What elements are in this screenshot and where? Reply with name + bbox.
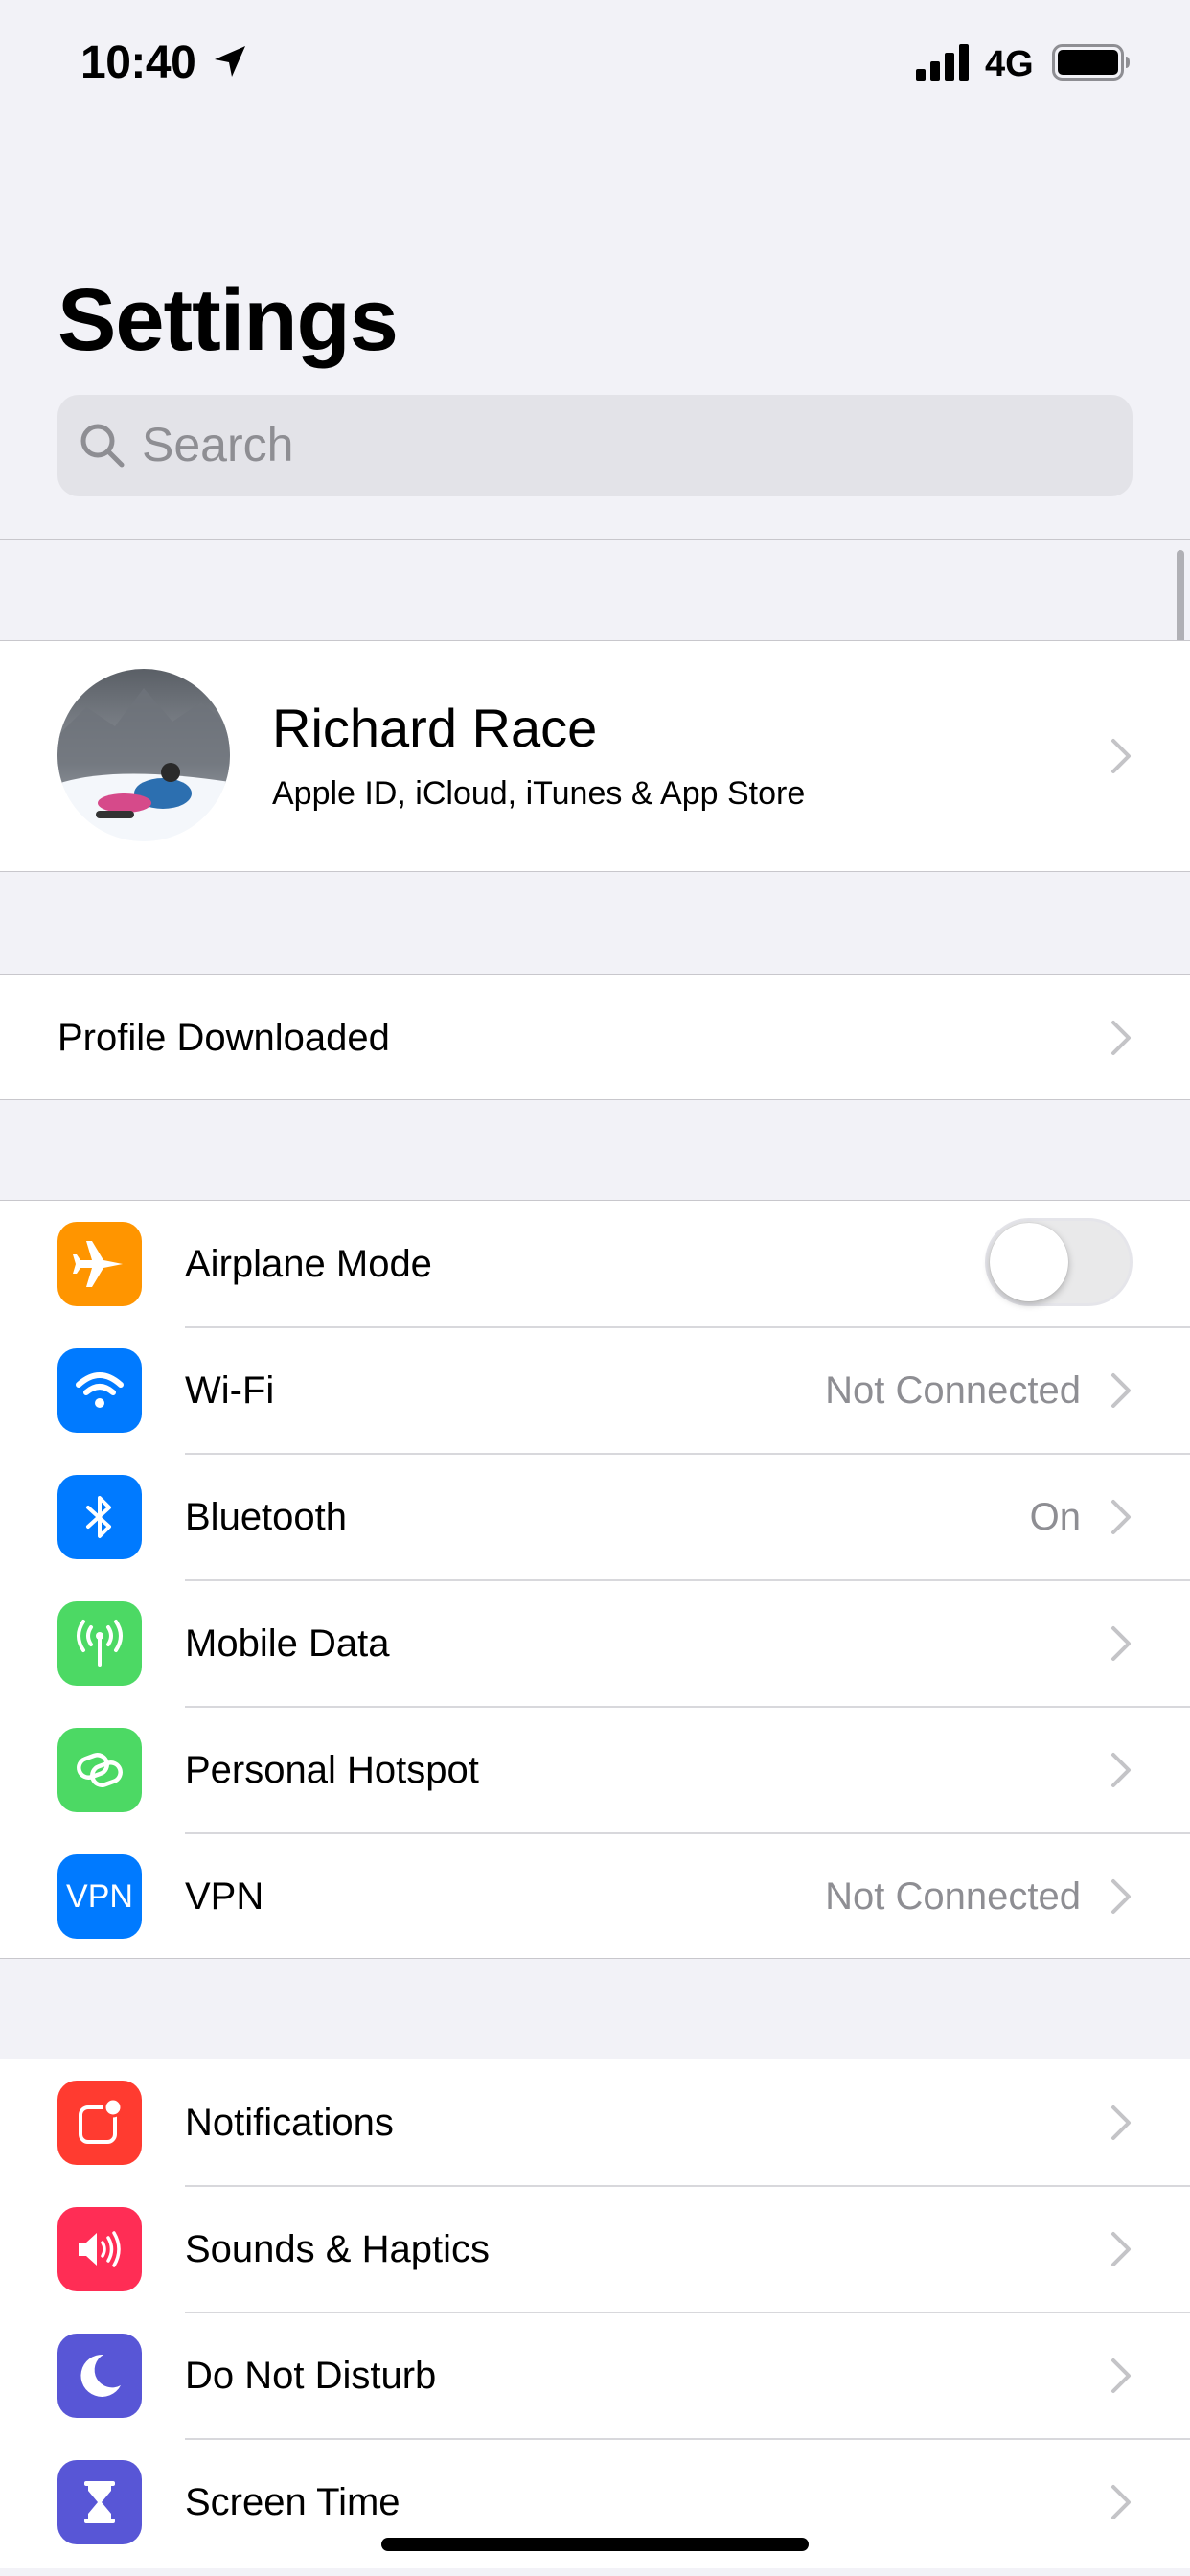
profile-downloaded-row[interactable]: Profile Downloaded bbox=[0, 974, 1190, 1100]
wifi-label: Wi-Fi bbox=[185, 1369, 275, 1412]
chevron-right-icon bbox=[1110, 1498, 1133, 1536]
hourglass-icon bbox=[57, 2460, 142, 2544]
search-icon bbox=[77, 420, 128, 472]
wifi-status: Not Connected bbox=[825, 1369, 1081, 1412]
sounds-haptics-label: Sounds & Haptics bbox=[185, 2228, 490, 2270]
vpn-icon: VPN bbox=[57, 1854, 142, 1939]
chevron-right-icon bbox=[1110, 1877, 1133, 1916]
chevron-right-icon bbox=[1110, 2483, 1133, 2521]
settings-row-sounds-haptics[interactable]: Sounds & Haptics bbox=[0, 2186, 1190, 2312]
vpn-label: VPN bbox=[185, 1875, 264, 1918]
profile-name: Richard Race bbox=[272, 698, 598, 758]
airplane-icon bbox=[57, 1222, 142, 1306]
antenna-icon bbox=[57, 1601, 142, 1686]
chevron-right-icon bbox=[1110, 737, 1133, 775]
page-title: Settings bbox=[57, 271, 399, 369]
notifications-icon bbox=[57, 2081, 142, 2165]
settings-row-mobile-data[interactable]: Mobile Data bbox=[0, 1580, 1190, 1707]
wifi-icon bbox=[57, 1348, 142, 1433]
settings-row-airplane-mode[interactable]: Airplane Mode bbox=[0, 1201, 1190, 1327]
chevron-right-icon bbox=[1110, 1751, 1133, 1789]
search-placeholder: Search bbox=[142, 418, 294, 472]
speaker-icon bbox=[57, 2207, 142, 2291]
screen-time-label: Screen Time bbox=[185, 2481, 400, 2523]
location-arrow-icon bbox=[211, 42, 249, 80]
profile-downloaded-label: Profile Downloaded bbox=[57, 1017, 390, 1059]
bluetooth-label: Bluetooth bbox=[185, 1496, 348, 1538]
toggle-knob bbox=[990, 1223, 1068, 1301]
chevron-right-icon bbox=[1110, 2230, 1133, 2268]
hotspot-icon bbox=[57, 1728, 142, 1812]
chevron-right-icon bbox=[1110, 1624, 1133, 1663]
vpn-status: Not Connected bbox=[825, 1875, 1081, 1918]
airplane-mode-toggle[interactable] bbox=[985, 1218, 1133, 1306]
settings-row-do-not-disturb[interactable]: Do Not Disturb bbox=[0, 2312, 1190, 2439]
settings-row-notifications[interactable]: Notifications bbox=[0, 2059, 1190, 2186]
settings-row-wifi[interactable]: Wi-Fi Not Connected bbox=[0, 1327, 1190, 1454]
moon-icon bbox=[57, 2334, 142, 2418]
battery-icon bbox=[1052, 44, 1131, 80]
settings-row-personal-hotspot[interactable]: Personal Hotspot bbox=[0, 1707, 1190, 1833]
bluetooth-icon bbox=[57, 1475, 142, 1559]
home-indicator[interactable] bbox=[381, 2538, 809, 2551]
personal-hotspot-label: Personal Hotspot bbox=[185, 1749, 479, 1791]
cellular-signal-icon bbox=[916, 44, 972, 80]
general-section: Notifications Sounds & Haptics Do Not Di… bbox=[0, 2058, 1190, 2568]
airplane-mode-label: Airplane Mode bbox=[185, 1243, 432, 1285]
profile-subtitle: Apple ID, iCloud, iTunes & App Store bbox=[272, 775, 806, 812]
settings-row-bluetooth[interactable]: Bluetooth On bbox=[0, 1454, 1190, 1580]
chevron-right-icon bbox=[1110, 2104, 1133, 2142]
connectivity-section: Airplane Mode Wi-Fi Not Connected Blueto… bbox=[0, 1200, 1190, 1959]
header-divider bbox=[0, 539, 1190, 540]
avatar[interactable] bbox=[57, 669, 230, 841]
status-time: 10:40 bbox=[80, 37, 196, 88]
bluetooth-status: On bbox=[1029, 1496, 1081, 1538]
chevron-right-icon bbox=[1110, 1371, 1133, 1410]
chevron-right-icon bbox=[1110, 2357, 1133, 2395]
chevron-right-icon bbox=[1110, 1019, 1133, 1057]
settings-row-vpn[interactable]: VPN VPN Not Connected bbox=[0, 1833, 1190, 1960]
do-not-disturb-label: Do Not Disturb bbox=[185, 2355, 437, 2397]
network-type: 4G bbox=[985, 44, 1034, 84]
vpn-icon-text: VPN bbox=[66, 1877, 133, 1915]
mobile-data-label: Mobile Data bbox=[185, 1622, 390, 1665]
notifications-label: Notifications bbox=[185, 2102, 394, 2144]
